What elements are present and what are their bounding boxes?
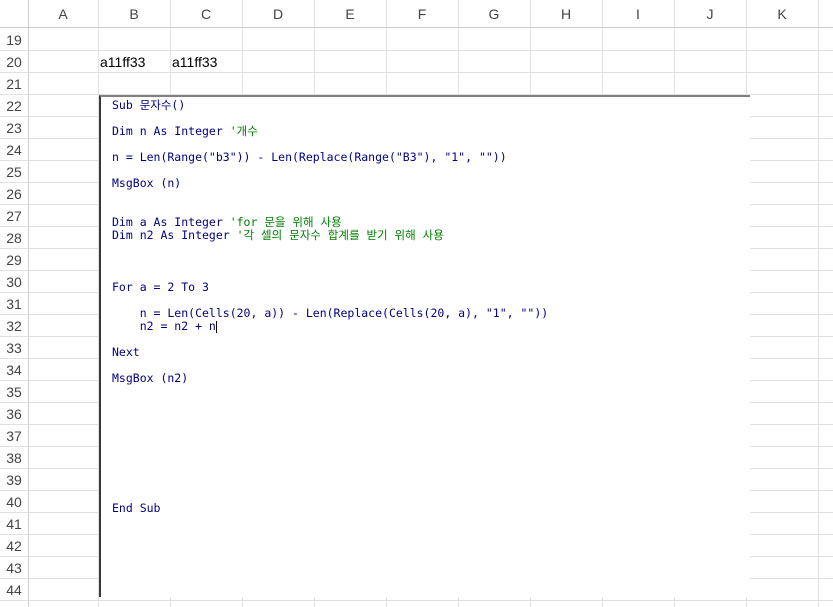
column-header-d[interactable]: D (242, 0, 314, 28)
row-header-24[interactable]: 24 (0, 139, 28, 161)
row-header-38[interactable]: 38 (0, 447, 28, 469)
code-line: For a = 2 To 3 (112, 280, 209, 294)
column-header-j[interactable]: J (674, 0, 746, 28)
row-header-22[interactable]: 22 (0, 95, 28, 117)
code-textbox[interactable] (99, 95, 750, 597)
column-header-i[interactable]: I (602, 0, 674, 28)
row-header-35[interactable]: 35 (0, 381, 28, 403)
row-header-27[interactable]: 27 (0, 205, 28, 227)
row-header-23[interactable]: 23 (0, 117, 28, 139)
code-line: n2 = n2 + n (112, 319, 217, 333)
row-header-43[interactable]: 43 (0, 557, 28, 579)
row-header-39[interactable]: 39 (0, 469, 28, 491)
row-header-32[interactable]: 32 (0, 315, 28, 337)
code-line: Dim n2 As Integer '각 셀의 문자수 합계를 받기 위해 사용 (112, 228, 444, 242)
row-header-30[interactable]: 30 (0, 271, 28, 293)
column-header-k[interactable]: K (746, 0, 818, 28)
code-comment: '각 셀의 문자수 합계를 받기 위해 사용 (236, 228, 444, 242)
text-cursor (215, 320, 217, 333)
row-header-25[interactable]: 25 (0, 161, 28, 183)
code-line: Sub 문자수() (112, 98, 186, 112)
column-header-e[interactable]: E (314, 0, 386, 28)
column-header-b[interactable]: B (98, 0, 170, 28)
row-header-31[interactable]: 31 (0, 293, 28, 315)
select-all-corner[interactable] (0, 0, 28, 28)
row-header-19[interactable]: 19 (0, 29, 28, 51)
column-header-f[interactable]: F (386, 0, 458, 28)
column-header-h[interactable]: H (530, 0, 602, 28)
code-line: End Sub (112, 501, 161, 515)
row-header-26[interactable]: 26 (0, 183, 28, 205)
row-header-44[interactable]: 44 (0, 579, 28, 601)
code-comment: '개수 (229, 124, 258, 138)
row-header-28[interactable]: 28 (0, 227, 28, 249)
code-line: Next (112, 345, 140, 359)
row-header-34[interactable]: 34 (0, 359, 28, 381)
code-line: MsgBox (n2) (112, 371, 189, 385)
column-header-g[interactable]: G (458, 0, 530, 28)
column-header-c[interactable]: C (170, 0, 242, 28)
row-header-36[interactable]: 36 (0, 403, 28, 425)
code-line: MsgBox (n) (112, 176, 182, 190)
row-header-42[interactable]: 42 (0, 535, 28, 557)
row-header-33[interactable]: 33 (0, 337, 28, 359)
row-header-37[interactable]: 37 (0, 425, 28, 447)
column-header-a[interactable]: A (28, 0, 98, 28)
row-header-21[interactable]: 21 (0, 73, 28, 95)
code-comment: 'for 문을 위해 사용 (229, 215, 342, 229)
code-line: n = Len(Range("b3")) - Len(Replace(Range… (112, 150, 507, 164)
row-header-41[interactable]: 41 (0, 513, 28, 535)
code-line: Dim n As Integer '개수 (112, 124, 258, 138)
row-header-20[interactable]: 20 (0, 51, 28, 73)
row-header-40[interactable]: 40 (0, 491, 28, 513)
cell-b20[interactable]: a11ff33 (100, 51, 145, 73)
cell-c20[interactable]: a11ff33 (172, 51, 217, 73)
row-header-29[interactable]: 29 (0, 249, 28, 271)
